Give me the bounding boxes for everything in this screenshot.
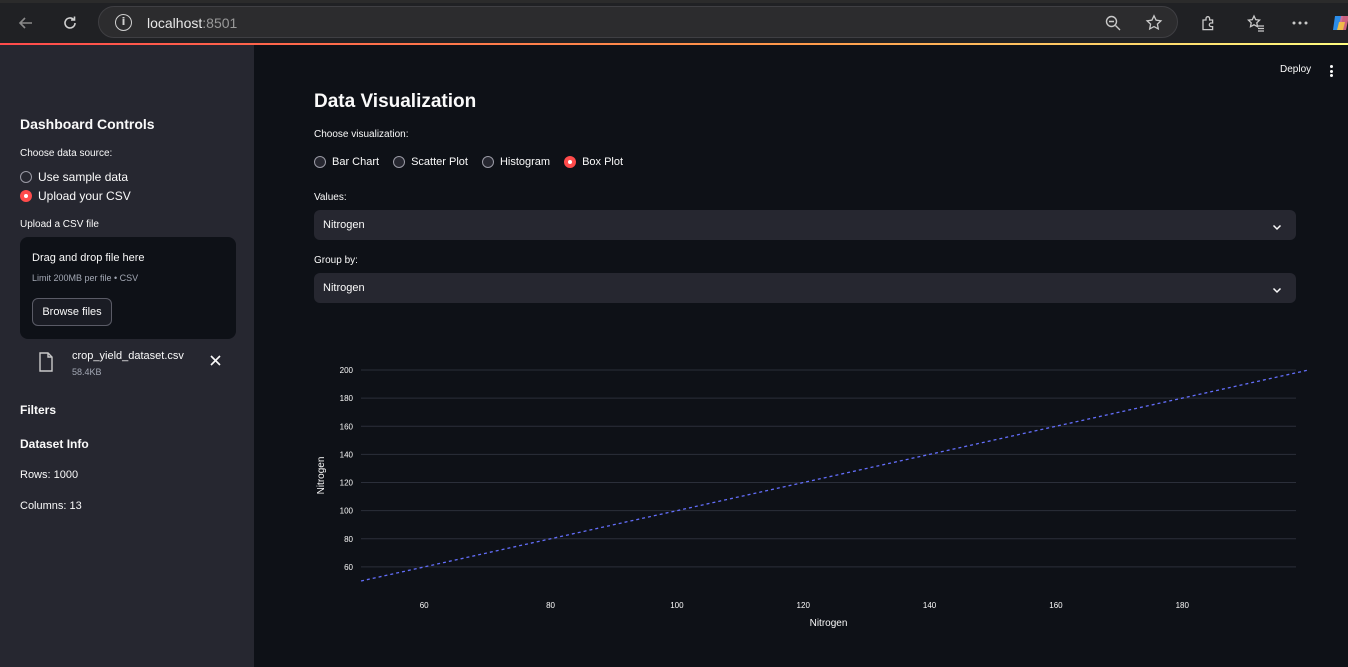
x-tick-label: 60	[420, 601, 429, 610]
dropzone-title: Drag and drop file here	[32, 252, 145, 264]
columns-count: Columns: 13	[20, 500, 82, 512]
group-by-select-value: Nitrogen	[323, 282, 365, 294]
y-axis-title: Nitrogen	[316, 457, 327, 495]
sidebar: Dashboard Controls Choose data source: U…	[0, 45, 254, 667]
radio-label: Box Plot	[582, 156, 624, 168]
y-tick-label: 180	[340, 394, 354, 403]
chevron-down-icon[interactable]	[1272, 219, 1282, 237]
x-tick-label: 180	[1176, 601, 1190, 610]
page-title: Data Visualization	[314, 91, 477, 112]
favorite-star-icon[interactable]	[1144, 13, 1164, 33]
visualization-radio-group: Bar Chart Scatter Plot Histogram Box Plo…	[314, 156, 637, 168]
address-bar[interactable]: i localhost:8501	[98, 6, 1178, 38]
group-by-select[interactable]: Nitrogen	[314, 273, 1296, 303]
refresh-icon[interactable]	[57, 10, 83, 36]
dataset-info-heading: Dataset Info	[20, 437, 89, 451]
radio-circle-selected[interactable]	[20, 190, 32, 202]
y-tick-label: 140	[340, 450, 354, 459]
sidebar-title: Dashboard Controls	[20, 116, 155, 132]
visualization-label: Choose visualization:	[314, 129, 409, 140]
values-select-value: Nitrogen	[323, 219, 365, 231]
copilot-icon[interactable]	[1328, 10, 1348, 36]
nitrogen-chart[interactable]: 60 80 100 120 140 160 180 200 60 80 100 120 140 160 18…	[300, 350, 1310, 640]
radio-circle[interactable]	[393, 156, 406, 168]
uploaded-file-item: crop_yield_dataset.csv 58.4KB	[20, 345, 236, 385]
dropzone-limit: Limit 200MB per file • CSV	[32, 273, 139, 283]
radio-box-plot[interactable]: Box Plot	[564, 156, 623, 168]
main-menu-icon[interactable]	[1326, 64, 1336, 78]
radio-circle[interactable]	[314, 156, 326, 168]
y-tick-label: 100	[340, 507, 354, 516]
x-tick-label: 140	[923, 601, 937, 610]
site-info-icon[interactable]: i	[115, 14, 132, 31]
y-tick-label: 160	[340, 422, 354, 431]
radio-histogram[interactable]: Histogram	[481, 156, 551, 168]
url-text: localhost:8501	[147, 15, 238, 31]
browse-files-button[interactable]: Browse files	[32, 298, 112, 326]
radio-label: Bar Chart	[332, 156, 380, 168]
x-tick-label: 100	[670, 601, 684, 610]
browser-toolbar: i localhost:8501	[0, 0, 1348, 44]
radio-upload-csv[interactable]: Upload your CSV	[20, 189, 131, 203]
y-tick-label: 60	[344, 563, 353, 572]
back-icon[interactable]	[13, 10, 39, 36]
y-tick-label: 200	[340, 366, 354, 375]
filters-heading: Filters	[20, 403, 57, 417]
series-line[interactable]	[360, 369, 1309, 582]
x-tick-label: 160	[1049, 601, 1063, 610]
radio-use-sample-data[interactable]: Use sample data	[20, 170, 128, 184]
file-dropzone[interactable]: Drag and drop file here Limit 200MB per …	[20, 237, 236, 339]
more-options-icon[interactable]	[1287, 10, 1313, 36]
favorites-icon[interactable]	[1243, 10, 1269, 36]
values-label: Values:	[314, 192, 347, 203]
tab-strip	[0, 0, 1348, 3]
x-tick-label: 120	[797, 601, 811, 610]
zoom-icon[interactable]	[1103, 13, 1123, 33]
file-icon	[38, 352, 54, 377]
file-size: 58.4KB	[72, 367, 102, 377]
x-axis-title: Nitrogen	[810, 618, 848, 629]
rows-count: Rows: 1000	[20, 469, 79, 481]
deploy-button[interactable]: Deploy	[1280, 64, 1311, 75]
radio-scatter-plot[interactable]: Scatter Plot	[393, 156, 468, 168]
extensions-icon[interactable]	[1195, 10, 1221, 36]
x-tick-label: 80	[546, 601, 555, 610]
values-select[interactable]: Nitrogen	[314, 210, 1296, 240]
radio-circle[interactable]	[20, 171, 32, 183]
radio-label: Scatter Plot	[411, 156, 468, 168]
group-by-label: Group by:	[314, 255, 358, 266]
radio-label: Upload your CSV	[38, 189, 131, 203]
radio-label: Use sample data	[38, 170, 129, 184]
y-tick-label: 80	[344, 535, 353, 544]
chevron-down-icon[interactable]	[1272, 282, 1282, 300]
upload-label: Upload a CSV file	[20, 219, 99, 230]
data-source-label: Choose data source:	[20, 148, 113, 159]
y-tick-label: 120	[340, 479, 354, 488]
remove-file-close-icon[interactable]	[210, 353, 221, 369]
radio-label: Histogram	[499, 156, 551, 168]
radio-bar-chart[interactable]: Bar Chart	[314, 156, 379, 168]
radio-circle-selected[interactable]	[564, 156, 577, 168]
radio-circle[interactable]	[481, 156, 494, 168]
file-name: crop_yield_dataset.csv	[72, 350, 184, 362]
